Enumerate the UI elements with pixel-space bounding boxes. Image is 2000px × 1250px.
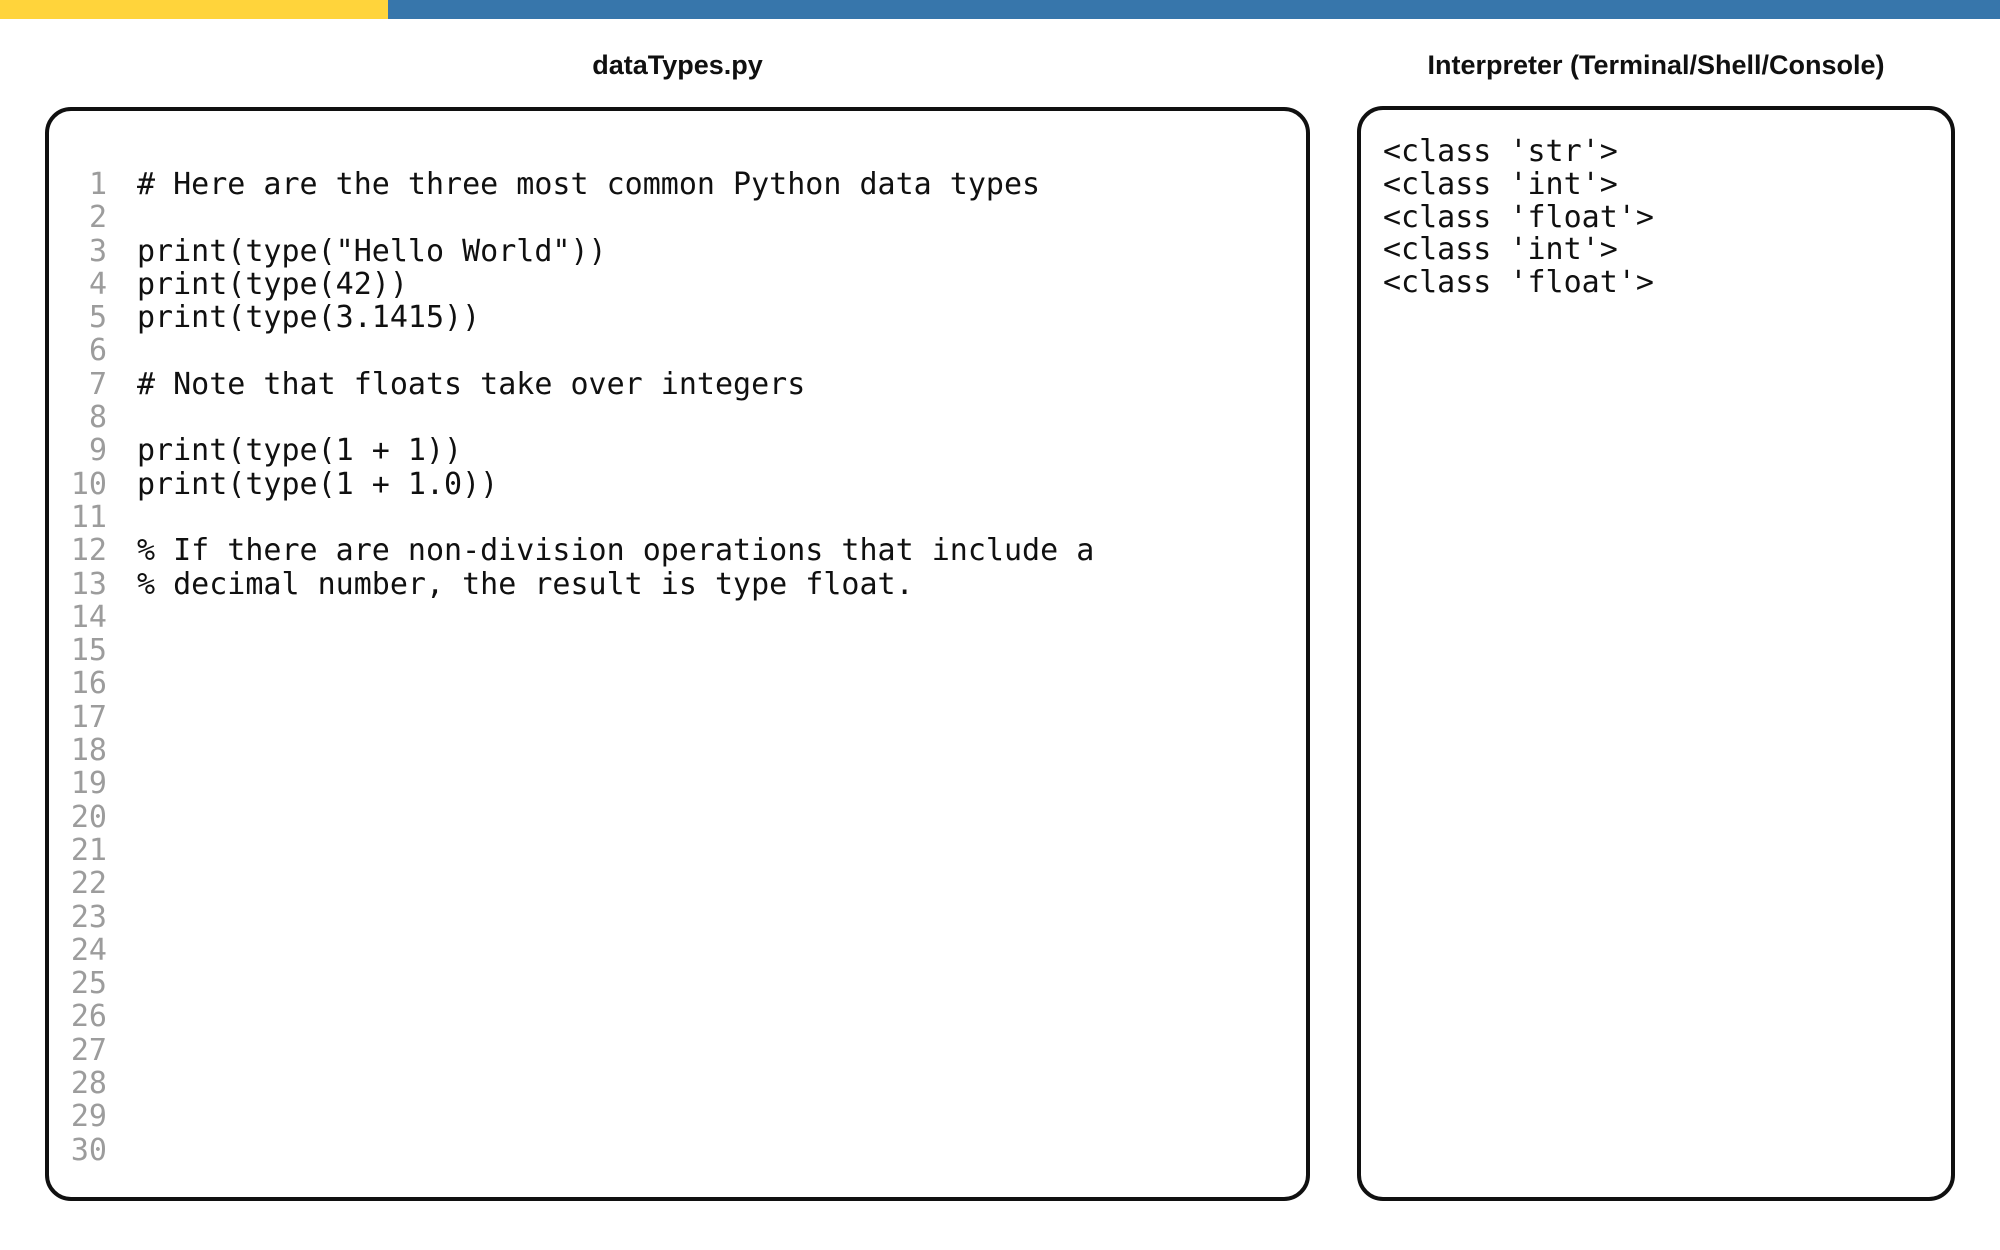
line-number: 13 [49,568,107,601]
top-accent-bar [0,0,2000,19]
code-line[interactable]: 23 [49,901,1306,934]
code-line[interactable]: 24 [49,934,1306,967]
line-number: 27 [49,1034,107,1067]
terminal-output-line: <class 'float'> [1383,202,1951,235]
code-text: # Here are the three most common Python … [137,168,1040,201]
code-line[interactable]: 22 [49,867,1306,900]
line-number: 23 [49,901,107,934]
code-line[interactable]: 21 [49,834,1306,867]
line-number: 26 [49,1000,107,1033]
code-text: % If there are non-division operations t… [137,534,1094,567]
line-number: 25 [49,967,107,1000]
code-text: print(type(3.1415)) [137,301,480,334]
code-line[interactable]: 1 # Here are the three most common Python… [49,168,1306,201]
code-line[interactable]: 19 [49,767,1306,800]
code-line[interactable]: 13 % decimal number, the result is type f… [49,568,1306,601]
line-number: 20 [49,801,107,834]
code-line[interactable]: 17 [49,701,1306,734]
line-number: 18 [49,734,107,767]
code-line[interactable]: 14 [49,601,1306,634]
code-line[interactable]: 27 [49,1034,1306,1067]
code-line[interactable]: 15 [49,634,1306,667]
code-line[interactable]: 4 print(type(42)) [49,268,1306,301]
code-text: # Note that floats take over integers [137,368,805,401]
line-number: 2 [49,201,107,234]
line-number: 16 [49,667,107,700]
line-number: 29 [49,1100,107,1133]
code-text: print(type("Hello World")) [137,235,607,268]
line-number: 22 [49,867,107,900]
line-number: 8 [49,401,107,434]
code-line[interactable]: 2 [49,201,1306,234]
code-line[interactable]: 28 [49,1067,1306,1100]
line-number: 5 [49,301,107,334]
editor-panel[interactable]: 1 # Here are the three most common Python… [45,107,1310,1201]
line-number: 21 [49,834,107,867]
code-line[interactable]: 29 [49,1100,1306,1133]
line-number: 7 [49,368,107,401]
code-line[interactable]: 12 % If there are non-division operations… [49,534,1306,567]
code-line[interactable]: 25 [49,967,1306,1000]
code-text: print(type(1 + 1.0)) [137,468,498,501]
code-line[interactable]: 16 [49,667,1306,700]
python-yellow-segment [0,0,388,19]
terminal-panel[interactable]: <class 'str'><class 'int'><class 'float'… [1357,106,1955,1201]
line-number: 14 [49,601,107,634]
terminal-title: Interpreter (Terminal/Shell/Console) [1357,50,1955,80]
code-line[interactable]: 18 [49,734,1306,767]
code-line[interactable]: 3 print(type("Hello World")) [49,235,1306,268]
page: { "top_bar": { "yellow_color": "#FFD43B"… [0,0,2000,1250]
code-line[interactable]: 6 [49,334,1306,367]
line-number: 12 [49,534,107,567]
editor-filename-title: dataTypes.py [45,50,1310,80]
code-text: print(type(42)) [137,268,408,301]
python-blue-segment [388,0,2000,19]
terminal-output-line: <class 'float'> [1383,267,1951,300]
code-line[interactable]: 10 print(type(1 + 1.0)) [49,468,1306,501]
terminal-output-line: <class 'str'> [1383,136,1951,169]
terminal-output: <class 'str'><class 'int'><class 'float'… [1383,136,1951,300]
line-number: 24 [49,934,107,967]
terminal-output-line: <class 'int'> [1383,234,1951,267]
line-number: 19 [49,767,107,800]
code-text: print(type(1 + 1)) [137,434,462,467]
code-line[interactable]: 11 [49,501,1306,534]
code-area[interactable]: 1 # Here are the three most common Python… [49,168,1306,1167]
line-number: 11 [49,501,107,534]
line-number: 17 [49,701,107,734]
line-number: 3 [49,235,107,268]
code-line[interactable]: 5 print(type(3.1415)) [49,301,1306,334]
code-line[interactable]: 9 print(type(1 + 1)) [49,434,1306,467]
line-number: 10 [49,468,107,501]
terminal-output-line: <class 'int'> [1383,169,1951,202]
code-line[interactable]: 8 [49,401,1306,434]
code-line[interactable]: 30 [49,1134,1306,1167]
line-number: 4 [49,268,107,301]
line-number: 28 [49,1067,107,1100]
code-text: % decimal number, the result is type flo… [137,568,914,601]
line-number: 6 [49,334,107,367]
line-number: 15 [49,634,107,667]
code-line[interactable]: 7 # Note that floats take over integers [49,368,1306,401]
code-line[interactable]: 26 [49,1000,1306,1033]
code-line[interactable]: 20 [49,801,1306,834]
line-number: 9 [49,434,107,467]
line-number: 30 [49,1134,107,1167]
line-number: 1 [49,168,107,201]
